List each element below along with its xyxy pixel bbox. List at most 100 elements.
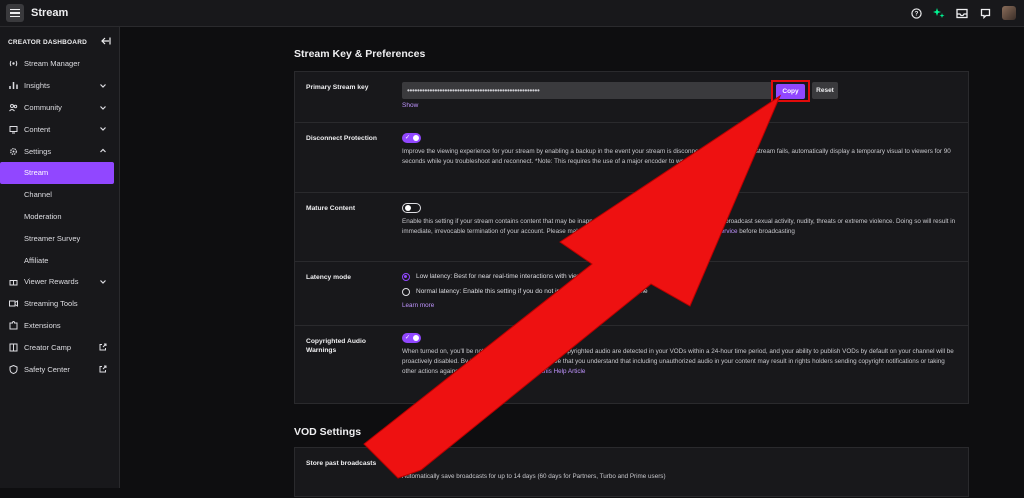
mature-content-label: Mature Content — [306, 205, 356, 212]
sidebar-item-label: Extensions — [24, 320, 61, 330]
sidebar-item-safety-center[interactable]: Safety Center — [0, 358, 119, 380]
top-icons: ? — [910, 6, 1016, 20]
sidebar-item-stream[interactable]: Stream — [0, 161, 114, 184]
broadcast-icon — [9, 59, 18, 68]
copy-highlight-box: Copy — [771, 80, 810, 102]
copyrighted-audio-text-main: When turned on, you'll be notified if mu… — [402, 348, 954, 375]
vod-panel: Store past broadcasts ✓ Automatically sa… — [294, 447, 969, 497]
camera-icon — [9, 299, 18, 308]
sidebar-item-content[interactable]: Content — [0, 118, 119, 140]
app-title: Stream — [31, 7, 69, 19]
disconnect-protection-text: Improve the viewing experience for your … — [402, 148, 951, 165]
store-past-broadcasts-body: ✓ Automatically save broadcasts for up t… — [402, 458, 958, 482]
external-link-icon — [99, 343, 107, 351]
sidebar-item-label: Creator Camp — [24, 342, 72, 352]
bar-chart-icon — [9, 81, 18, 90]
main-content: Stream Key & Preferences Primary Stream … — [120, 27, 1024, 497]
latency-mode-row: Latency mode Low latency: Best for near … — [295, 262, 968, 326]
sidebar-item-stream-manager[interactable]: Stream Manager — [0, 53, 119, 75]
chevron-down-icon — [100, 127, 106, 132]
store-past-broadcasts-text: Automatically save broadcasts for up to … — [402, 473, 666, 480]
gift-icon — [9, 277, 18, 286]
notifications-icon[interactable] — [979, 7, 991, 19]
copyrighted-audio-body: ✓ When turned on, you'll be notified if … — [402, 333, 958, 377]
sidebar-item-label: Community — [24, 102, 62, 112]
community-icon — [9, 103, 18, 112]
checkmark-icon: ✓ — [405, 460, 411, 466]
help-article-link[interactable]: in this Help Article — [535, 368, 585, 375]
mature-content-text: Enable this setting if your stream conta… — [402, 217, 958, 237]
stream-key-section-title: Stream Key & Preferences — [294, 48, 426, 60]
vod-section-title: VOD Settings — [294, 426, 362, 438]
mature-content-body: Enable this setting if your stream conta… — [402, 203, 958, 237]
gear-icon — [9, 147, 18, 156]
sidebar-item-extensions[interactable]: Extensions — [0, 315, 119, 337]
sidebar-item-label: Settings — [24, 146, 52, 156]
disconnect-protection-row: Disconnect Protection ✓ Improve the view… — [295, 123, 968, 193]
sidebar-item-settings[interactable]: Settings — [0, 140, 119, 162]
sparkle-icon[interactable] — [933, 7, 945, 19]
low-latency-option[interactable]: Low latency: Best for near real-time int… — [402, 269, 958, 284]
terms-of-service-link[interactable]: Terms of Service — [691, 228, 738, 235]
svg-text:?: ? — [914, 10, 918, 17]
puzzle-icon — [9, 320, 18, 330]
checkmark-icon: ✓ — [405, 135, 411, 141]
sidebar-item-label: Stream Manager — [24, 59, 80, 69]
store-past-broadcasts-row: Store past broadcasts ✓ Automatically sa… — [295, 448, 968, 498]
latency-mode-body: Low latency: Best for near real-time int… — [402, 269, 958, 311]
chevron-up-icon — [100, 148, 106, 153]
sidebar-item-channel[interactable]: Channel — [0, 184, 119, 206]
sidebar-header: CREATOR DASHBOARD — [0, 27, 119, 53]
top-bar: Stream ? — [0, 0, 1024, 27]
sidebar-item-viewer-rewards[interactable]: Viewer Rewards — [0, 271, 119, 293]
mature-content-text-pre: Enable this setting if your stream conta… — [402, 218, 956, 235]
normal-latency-option[interactable]: Normal latency: Enable this setting if y… — [402, 284, 958, 299]
sidebar-item-label: Safety Center — [24, 364, 70, 374]
sidebar-item-moderation[interactable]: Moderation — [0, 206, 119, 228]
chevron-down-icon — [100, 280, 106, 284]
stream-key-field[interactable]: ••••••••••••••••••••••••••••••••••••••••… — [402, 82, 773, 99]
copyrighted-audio-row: Copyrighted Audio Warnings ✓ When turned… — [295, 326, 968, 403]
external-link-icon — [99, 365, 107, 373]
mature-content-row: Mature Content Enable this setting if yo… — [295, 193, 968, 262]
sidebar-header-label: CREATOR DASHBOARD — [8, 38, 87, 46]
radio-selected-icon[interactable] — [402, 272, 410, 281]
avatar[interactable] — [1002, 6, 1016, 20]
sidebar-item-creator-camp[interactable]: Creator Camp — [0, 336, 119, 358]
sidebar: CREATOR DASHBOARD Stream Manager Insight… — [0, 27, 120, 488]
sidebar-item-community[interactable]: Community — [0, 97, 119, 119]
disconnect-protection-toggle[interactable]: ✓ — [402, 133, 421, 143]
latency-mode-label: Latency mode — [306, 274, 351, 281]
collapse-sidebar-icon[interactable] — [101, 37, 111, 47]
hamburger-menu-icon[interactable] — [6, 4, 24, 22]
sidebar-item-label: Streaming Tools — [24, 299, 78, 309]
chevron-down-icon — [100, 83, 106, 88]
show-key-link[interactable]: Show — [402, 102, 418, 109]
sidebar-item-streamer-survey[interactable]: Streamer Survey — [0, 227, 119, 249]
help-icon[interactable]: ? — [910, 7, 922, 19]
disconnect-protection-label: Disconnect Protection — [306, 135, 377, 142]
copyrighted-audio-text: When turned on, you'll be notified if mu… — [402, 347, 958, 377]
stream-key-panel: Primary Stream key •••••••••••••••••••••… — [294, 71, 969, 404]
chevron-down-icon — [100, 105, 106, 110]
primary-stream-key-label: Primary Stream key — [306, 84, 369, 91]
mature-content-toggle[interactable] — [402, 203, 421, 213]
normal-latency-label: Normal latency: Enable this setting if y… — [416, 287, 648, 295]
learn-more-link[interactable]: Learn more — [402, 301, 958, 311]
radio-empty-icon[interactable] — [402, 287, 410, 296]
inbox-icon[interactable] — [956, 7, 968, 19]
checkmark-icon: ✓ — [405, 335, 411, 341]
copyrighted-audio-label: Copyrighted Audio Warnings — [306, 338, 366, 354]
copyrighted-audio-toggle[interactable]: ✓ — [402, 333, 421, 343]
store-past-broadcasts-label: Store past broadcasts — [306, 460, 377, 467]
store-past-broadcasts-toggle[interactable]: ✓ — [402, 458, 421, 468]
primary-stream-key-row: Primary Stream key •••••••••••••••••••••… — [295, 72, 968, 123]
sidebar-item-streaming-tools[interactable]: Streaming Tools — [0, 293, 119, 315]
low-latency-label: Low latency: Best for near real-time int… — [416, 272, 591, 280]
reset-button[interactable]: Reset — [812, 82, 838, 99]
sidebar-item-insights[interactable]: Insights — [0, 75, 119, 97]
sidebar-item-affiliate[interactable]: Affiliate — [0, 249, 119, 271]
shield-icon — [9, 364, 18, 374]
copy-button[interactable]: Copy — [776, 83, 805, 99]
disconnect-protection-body: ✓ Improve the viewing experience for you… — [402, 133, 958, 167]
